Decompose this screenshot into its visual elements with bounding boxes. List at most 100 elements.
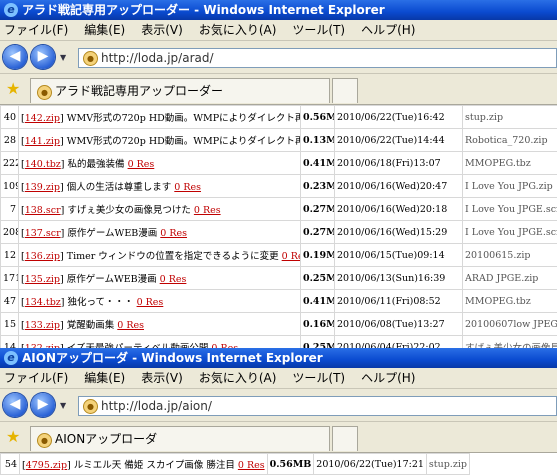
menu-view[interactable]: 表示(V) [141,368,183,388]
table-row: 40[142.zip] WMV形式の720p HD動画。WMPによりダイレクト再… [0,105,557,129]
row-number: 171 [0,266,19,290]
table-row: 54 [4795.zip] ルミエル天 備姫 スカイプ画像 勝注目 0 Res … [0,453,470,475]
back-button[interactable]: ◀ [3,45,27,69]
window-titlebar[interactable]: e アラド戦記専用アップローダー - Windows Internet Expl… [0,0,557,20]
address-bar[interactable]: ● http://loda.jp/aion/ [78,396,557,416]
menu-file[interactable]: ファイル(F) [4,368,68,388]
file-link[interactable]: 140.tbz [25,159,61,170]
menu-bar: ファイル(F) 編集(E) 表示(V) お気に入り(A) ツール(T) ヘルプ(H) [0,368,557,389]
menu-help[interactable]: ヘルプ(H) [361,20,415,40]
row-number: 15 [0,312,19,336]
menu-favorites[interactable]: お気に入り(A) [199,20,277,40]
upload-date: 2010/06/08(Tue)13:27 [334,312,463,336]
menu-tools[interactable]: ツール(T) [292,20,345,40]
description: 原作ゲームWEB漫画 [67,228,158,239]
description: すげぇ美少女の画像見つけた [67,205,191,216]
upload-date: 2010/06/22(Tue)16:42 [334,105,463,129]
description: 私的最強装備 [67,159,125,170]
file-link[interactable]: 138.scr [25,205,61,216]
file-link[interactable]: 136.zip [25,251,60,262]
upload-date: 2010/06/11(Fri)08:52 [334,289,463,313]
row-number: 54 [0,453,20,475]
file-link[interactable]: 133.zip [25,320,60,331]
table-row: 28[141.zip] WMV形式の720p HD動画。WMPによりダイレクト再… [0,128,557,152]
new-tab-button[interactable] [332,426,358,451]
original-filename: ARAD JPGE.zip [462,266,557,290]
original-filename: stup.zip [462,105,557,129]
file-link[interactable]: 134.tbz [25,297,61,308]
file-link[interactable]: 137.scr [25,228,61,239]
description: WMV形式の720p HD動画。WMPによりダイレクト再生されます [66,136,300,147]
res-link[interactable]: 0 Res [128,159,155,170]
res-link[interactable]: 0 Res [160,274,187,285]
file-size: 0.41MB [300,289,335,313]
original-filename: I Love You JPG.zip [462,174,557,198]
menu-favorites[interactable]: お気に入り(A) [199,368,277,388]
table-row: 171[135.zip] 原作ゲームWEB漫画 0 Res0.25MB2010/… [0,266,557,290]
description: WMV形式の720p HD動画。WMPによりダイレクト再生されます [66,113,300,124]
upload-date: 2010/06/04(Fri)22:02 [334,335,463,348]
nav-bar: ◀ ▶ ▼ ● http://loda.jp/arad/ [0,41,557,74]
row-number: 109 [0,174,19,198]
res-link[interactable]: 0 Res [137,297,164,308]
menu-tools[interactable]: ツール(T) [292,368,345,388]
upload-table: 40[142.zip] WMV形式の720p HD動画。WMPによりダイレクト再… [0,105,557,348]
res-link[interactable]: 0 Res [194,205,221,216]
favorites-star-icon[interactable]: ★ [6,79,20,98]
file-size: 0.25MB [300,266,335,290]
history-dropdown-icon[interactable]: ▼ [60,53,66,62]
menu-view[interactable]: 表示(V) [141,20,183,40]
file-size: 0.16MB [300,312,335,336]
menu-edit[interactable]: 編集(E) [84,20,125,40]
window-title: アラド戦記専用アップローダー - Windows Internet Explor… [22,3,385,17]
new-tab-button[interactable] [332,78,358,103]
nav-bar: ◀ ▶ ▼ ● http://loda.jp/aion/ [0,389,557,422]
description: 覚醒動画集 [66,320,115,331]
tab-active[interactable]: ● アラド戦記専用アップローダー [30,78,330,103]
res-link[interactable]: 0 Res [160,228,187,239]
tab-title: AIONアップローダ [55,432,158,446]
original-filename: I Love You JPGE.scr [462,220,557,244]
tab-bar: ★ ● AIONアップローダ [0,422,557,453]
file-size: 0.25MB [300,335,335,348]
original-filename: 20100607low JPEG.zip [462,312,557,336]
file-size: 0.13MB [300,128,335,152]
favorites-star-icon[interactable]: ★ [6,427,20,446]
row-desc-cell: [132.zip] イズ天最強パーティベル動画公開 0 Res [18,335,301,348]
row-number: 14 [0,335,19,348]
file-link[interactable]: 139.zip [25,182,60,193]
file-link[interactable]: 4795.zip [26,460,67,471]
table-row: 7[138.scr] すげぇ美少女の画像見つけた 0 Res0.27MB2010… [0,197,557,221]
back-button[interactable]: ◀ [3,393,27,417]
forward-button[interactable]: ▶ [31,45,55,69]
address-bar[interactable]: ● http://loda.jp/arad/ [78,48,557,68]
window-titlebar[interactable]: e AIONアップローダ - Windows Internet Explorer [0,348,557,368]
tab-active[interactable]: ● AIONアップローダ [30,426,330,451]
file-link[interactable]: 135.zip [25,274,60,285]
menu-file[interactable]: ファイル(F) [4,20,68,40]
description: 原作ゲームWEB漫画 [66,274,157,285]
res-link[interactable]: 0 Res [174,182,201,193]
file-size: 0.56MB [266,453,315,475]
res-link[interactable]: 0 Res [282,251,300,262]
res-link[interactable]: 0 Res [238,460,265,471]
file-link[interactable]: 142.zip [25,113,60,124]
menu-help[interactable]: ヘルプ(H) [361,368,415,388]
table-row: 12 [136.zip] Timer ウィンドウの位置を指定できるように変更 0 … [0,243,557,267]
address-text: http://loda.jp/aion/ [101,399,212,413]
row-number: 222 [0,151,19,175]
tab-bar: ★ ● アラド戦記専用アップローダー [0,74,557,105]
upload-date: 2010/06/13(Sun)16:39 [334,266,463,290]
res-link[interactable]: 0 Res [117,320,144,331]
ie-window-arad: e アラド戦記専用アップローダー - Windows Internet Expl… [0,0,557,348]
history-dropdown-icon[interactable]: ▼ [60,401,66,410]
row-desc-cell: [136.zip] Timer ウィンドウの位置を指定できるように変更 0 Re… [18,243,301,267]
file-link[interactable]: 141.zip [25,136,60,147]
menu-edit[interactable]: 編集(E) [84,368,125,388]
forward-button[interactable]: ▶ [31,393,55,417]
row-number: 7 [0,197,19,221]
ie-window-aion: e AIONアップローダ - Windows Internet Explorer… [0,348,557,475]
original-filename: 20100615.zip [462,243,557,267]
row-number: 28 [0,128,19,152]
upload-date: 2010/06/16(Wed)20:18 [334,197,463,221]
